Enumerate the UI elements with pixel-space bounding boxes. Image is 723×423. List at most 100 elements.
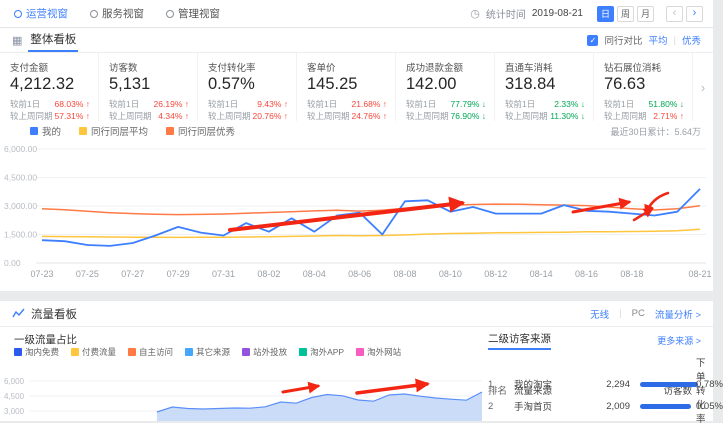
kpi-compare-label: 较上周同期 <box>505 110 548 122</box>
y-tick-label: 4,500.00 <box>4 173 37 183</box>
rank-cell: 2 <box>488 401 514 412</box>
traffic-legend-item[interactable]: 淘外网站 <box>356 346 401 358</box>
annotation-arrow <box>230 203 462 230</box>
period-button[interactable]: 日 <box>597 6 614 22</box>
kpi-card[interactable]: 客单价145.25较前1日21.68% ↑较上周同期24.76% ↑ <box>297 53 396 121</box>
kpi-compare-label: 较前1日 <box>208 98 238 110</box>
peer-compare-checkbox[interactable]: ✓ <box>587 35 598 46</box>
device-divider: | <box>619 308 621 319</box>
trend-legend-row: 我的同行同层平均同行同层优秀 最近30日累计：5.64万 <box>0 121 713 141</box>
stat-date-value[interactable]: 2019-08-21 <box>532 8 583 19</box>
legend-swatch <box>166 127 174 135</box>
visitors-cell: 2,294 <box>592 379 634 390</box>
pc-toggle[interactable]: PC <box>632 308 645 319</box>
compare-average-option[interactable]: 平均 <box>649 33 668 47</box>
kpi-value: 142.00 <box>406 75 486 94</box>
wireless-toggle[interactable]: 无线 <box>590 307 609 321</box>
legend-label: 淘内免费 <box>25 346 59 358</box>
traffic-legend-item[interactable]: 站外投放 <box>242 346 287 358</box>
kpi-label: 钻石展位消耗 <box>604 60 684 74</box>
kpi-scroll-right-button[interactable]: › <box>693 53 713 121</box>
traffic-legend-item[interactable]: 自主访问 <box>128 346 173 358</box>
kpi-label: 支付金额 <box>10 60 90 74</box>
topbar: 运营视窗 服务视窗 管理视窗 ◷ 统计时间 2019-08-21 日周月 ‹ › <box>0 0 713 28</box>
period-button[interactable]: 周 <box>617 6 634 22</box>
legend-swatch <box>128 348 136 356</box>
conversion-cell: 0.05% <box>696 401 723 412</box>
traffic-section: 流量看板 无线 | PC 流量分析 > 一级流量占比 淘内免费付费流量自主访问其… <box>0 301 713 421</box>
kpi-card-row: 支付金额4,212.32较前1日68.03% ↑较上周同期57.31% ↑访客数… <box>0 53 713 121</box>
kpi-compare-label: 较前1日 <box>604 98 634 110</box>
table-row[interactable]: 2手淘首页2,0090.05% <box>488 395 701 417</box>
kpi-compare-label: 较上周同期 <box>109 110 152 122</box>
x-tick-label: 08-08 <box>394 269 417 279</box>
kpi-value: 318.84 <box>505 75 585 94</box>
peer-compare-label: 同行对比 <box>604 33 642 47</box>
y-tick-label: 3,000 <box>4 407 25 416</box>
top-tab-label: 服务视窗 <box>102 6 144 21</box>
kpi-card[interactable]: 支付转化率0.57%较前1日9.43% ↑较上周同期20.76% ↑ <box>198 53 297 121</box>
kpi-card[interactable]: 支付金额4,212.32较前1日68.03% ↑较上周同期57.31% ↑ <box>0 53 99 121</box>
kpi-compare-value: 24.76% ↑ <box>352 110 387 122</box>
trend-legend: 我的 同行同层平均 同行同层优秀 <box>30 124 253 138</box>
kpi-compare-row: 较前1日77.79% ↓ <box>406 98 486 110</box>
legend-label: 同行同层优秀 <box>178 124 235 138</box>
kpi-card[interactable]: 成功退款金额142.00较前1日77.79% ↓较上周同期76.90% ↓ <box>396 53 495 121</box>
traffic-share-panel: 一级流量占比 淘内免费付费流量自主访问其它来源站外投放淘外APP淘外网站 3,0… <box>0 329 488 421</box>
kpi-value: 76.63 <box>604 75 684 94</box>
kpi-compare-value: 26.19% ↑ <box>154 98 189 110</box>
legend-label: 我的 <box>42 124 61 138</box>
traffic-area-chart[interactable]: 3,0004,5006,000 <box>0 359 488 421</box>
traffic-header-row: 流量看板 无线 | PC 流量分析 > <box>0 301 713 327</box>
x-tick-label: 08-12 <box>484 269 507 279</box>
traffic-legend-item[interactable]: 付费流量 <box>71 346 116 358</box>
topbar-right: ◷ 统计时间 2019-08-21 日周月 ‹ › <box>470 6 703 22</box>
x-tick-label: 08-14 <box>530 269 553 279</box>
traffic-legend-item[interactable]: 淘外APP <box>299 346 344 358</box>
next-date-button[interactable]: › <box>686 6 703 22</box>
kpi-compare-label: 较上周同期 <box>10 110 53 122</box>
x-tick-label: 08-18 <box>620 269 643 279</box>
legend-item[interactable]: 同行同层优秀 <box>166 124 235 138</box>
x-tick-label: 08-02 <box>257 269 280 279</box>
overview-trend-chart[interactable]: 0.001,500.003,000.004,500.006,000.0007-2… <box>0 141 713 291</box>
source-cell: 手淘首页 <box>514 399 592 413</box>
traffic-legend-item[interactable]: 其它来源 <box>185 346 230 358</box>
kpi-value: 5,131 <box>109 75 189 94</box>
kpi-compare-value: 2.33% ↓ <box>554 98 585 110</box>
legend-label: 淘外APP <box>310 346 344 358</box>
kpi-compare-value: 2.71% ↑ <box>653 110 684 122</box>
kpi-card[interactable]: 直通车消耗318.84较前1日2.33% ↓较上周同期11.30% ↓ <box>495 53 594 121</box>
top-tab-2[interactable]: 服务视窗 <box>90 6 144 21</box>
top-tab-label: 运营视窗 <box>26 6 68 21</box>
traffic-title: 流量看板 <box>31 306 77 322</box>
kpi-compare-label: 较前1日 <box>10 98 40 110</box>
traffic-legend-item[interactable]: 淘内免费 <box>14 346 59 358</box>
overview-title[interactable]: 整体看板 <box>28 28 78 52</box>
compare-excellent-option[interactable]: 优秀 <box>682 33 701 47</box>
top-tab-1[interactable]: 运营视窗 <box>14 6 68 21</box>
x-tick-label: 08-06 <box>348 269 371 279</box>
y-tick-label: 6,000 <box>4 377 25 386</box>
kpi-card[interactable]: 钻石展位消耗76.63较前1日51.80% ↓较上周同期2.71% ↑ <box>594 53 693 121</box>
visitor-source-table: 排名流量来源访客数下单转化率 1我的淘宝2,2940.78%2手淘首页2,009… <box>488 355 701 417</box>
kpi-value: 0.57% <box>208 75 288 94</box>
traffic-analysis-link[interactable]: 流量分析 > <box>655 307 701 321</box>
tab-dot-icon <box>14 10 22 18</box>
period-button[interactable]: 月 <box>637 6 654 22</box>
visitor-source-title[interactable]: 二级访客来源 <box>488 331 551 350</box>
kpi-compare-label: 较前1日 <box>109 98 139 110</box>
legend-swatch <box>299 348 307 356</box>
legend-item[interactable]: 我的 <box>30 124 61 138</box>
date-pager: ‹ › <box>666 6 703 22</box>
kpi-compare-label: 较上周同期 <box>208 110 251 122</box>
top-tab-3[interactable]: 管理视窗 <box>166 6 220 21</box>
visitors-cell: 2,009 <box>592 401 634 412</box>
kpi-card[interactable]: 访客数5,131较前1日26.19% ↑较上周同期4.34% ↑ <box>99 53 198 121</box>
legend-item[interactable]: 同行同层平均 <box>79 124 148 138</box>
legend-swatch <box>356 348 364 356</box>
legend-label: 自主访问 <box>139 346 173 358</box>
more-sources-link[interactable]: 更多来源 > <box>657 334 701 347</box>
kpi-compare-row: 较前1日 26.19% ↑ <box>109 98 189 110</box>
prev-date-button[interactable]: ‹ <box>666 6 683 22</box>
